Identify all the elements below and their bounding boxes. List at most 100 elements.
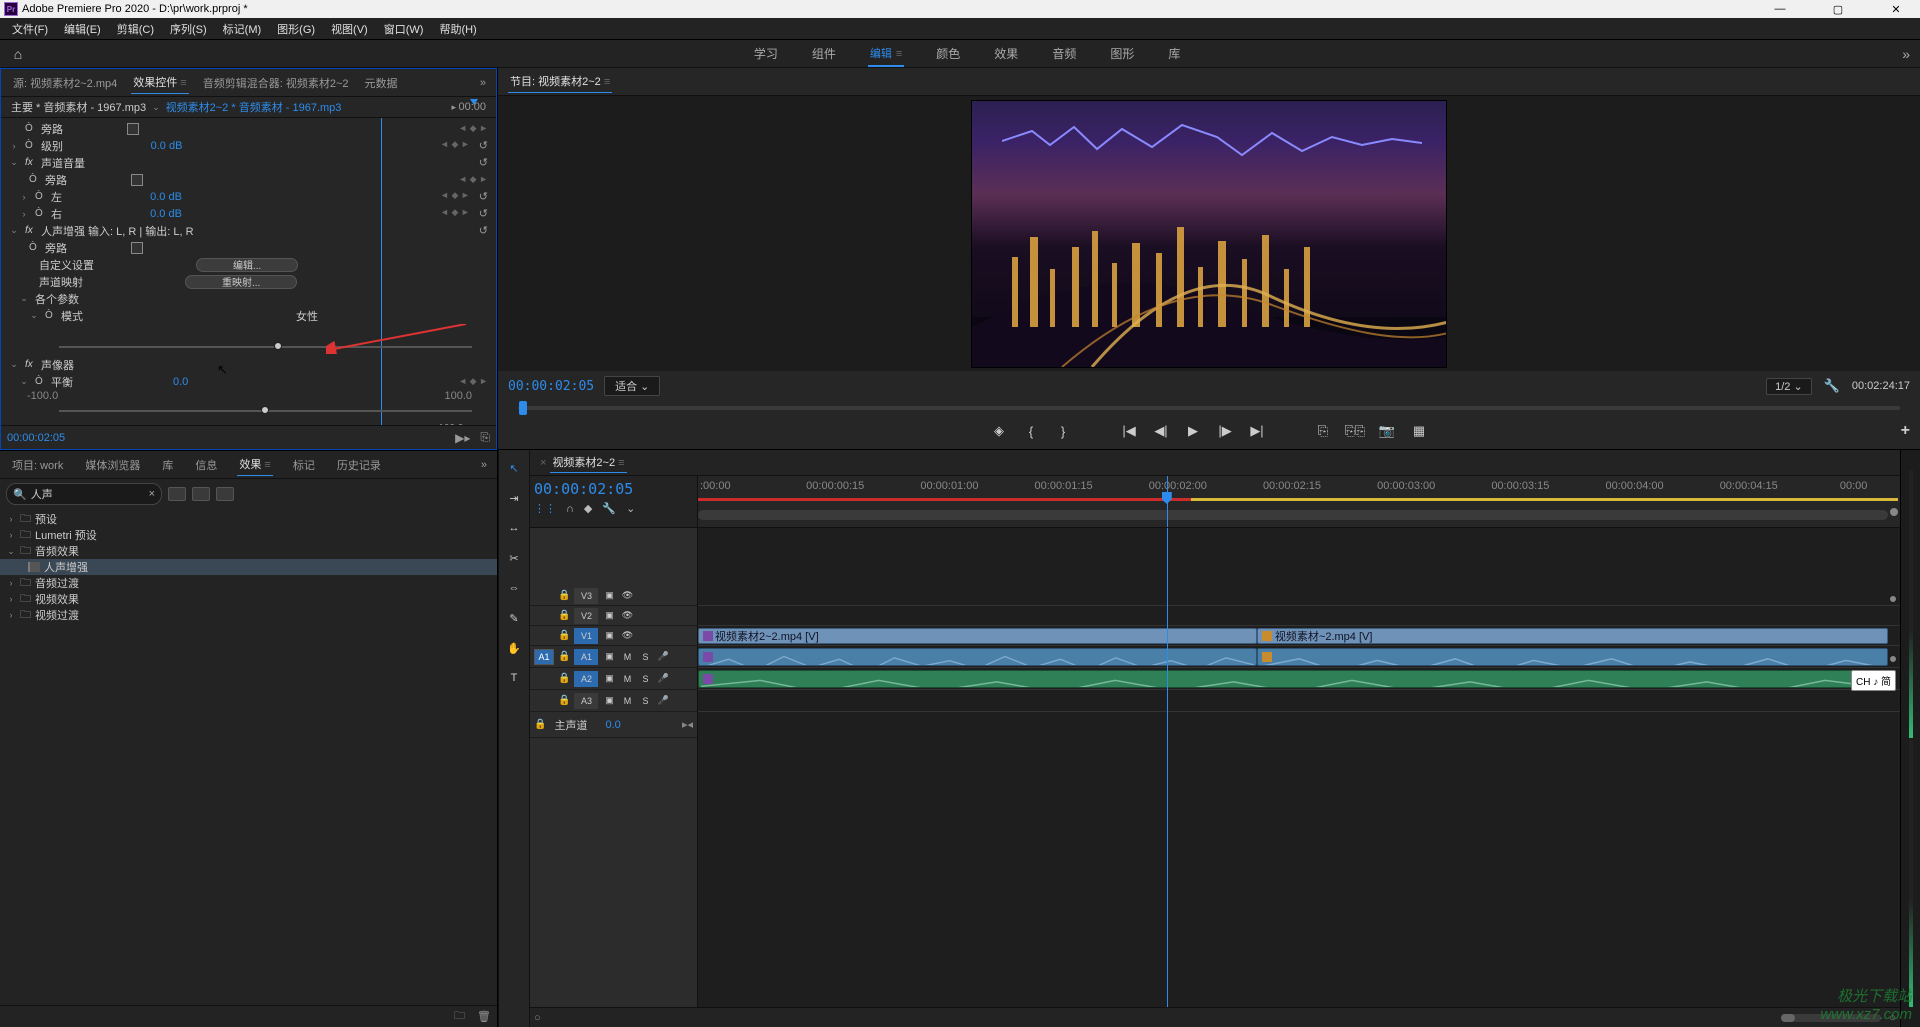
ws-editing[interactable]: 编辑≡ <box>868 41 904 67</box>
playhead-icon[interactable] <box>470 99 478 105</box>
lock-icon[interactable]: 🔒 <box>558 610 570 621</box>
lock-icon[interactable]: 🔒 <box>558 673 570 684</box>
effects-tree[interactable]: ›🗀预设 ›🗀Lumetri 预设 ⌄🗀音频效果 人声增强 ›🗀音频过渡 ›🗀视… <box>0 509 497 1005</box>
reset-icon[interactable]: ↺ <box>479 207 488 220</box>
play-icon[interactable]: ▶ <box>1184 422 1202 440</box>
selection-tool-icon[interactable]: ↖ <box>504 458 524 478</box>
menu-graphics[interactable]: 图形(G) <box>271 19 321 39</box>
mode-value[interactable]: 女性 <box>296 308 318 324</box>
mode-slider[interactable] <box>59 340 472 354</box>
menu-sequence[interactable]: 序列(S) <box>164 19 213 39</box>
effect-vocal-enhance[interactable]: 人声增强 <box>0 559 497 575</box>
mark-out-icon[interactable]: } <box>1054 422 1072 440</box>
mute-button[interactable]: M <box>620 672 634 686</box>
overflow-icon[interactable]: » <box>481 459 487 471</box>
settings-icon[interactable]: 🔧 <box>1824 378 1840 394</box>
mute-button[interactable]: M <box>620 650 634 664</box>
new-bin-icon[interactable]: 🗀 <box>454 1007 465 1026</box>
tab-info[interactable]: 信息 <box>193 454 219 476</box>
close-button[interactable]: ✕ <box>1876 3 1916 16</box>
toggle-eye-icon[interactable]: 👁 <box>620 609 634 623</box>
toggle-output-icon[interactable]: ▣ <box>602 650 616 664</box>
menu-view[interactable]: 视图(V) <box>325 19 374 39</box>
remap-button[interactable]: 重映射... <box>185 275 297 289</box>
settings-icon[interactable]: 🔧 <box>602 502 616 515</box>
clip-a1-a[interactable] <box>698 648 1257 666</box>
resolution-dropdown[interactable]: 1/2 ⌄ <box>1766 378 1812 395</box>
export-frame-icon[interactable]: 📷 <box>1378 422 1396 440</box>
reset-icon[interactable]: ↺ <box>479 156 488 169</box>
track-select-tool-icon[interactable]: ⇥ <box>504 488 524 508</box>
voice-over-icon[interactable]: 🎤 <box>656 694 670 708</box>
toggle-output-icon[interactable]: ▣ <box>602 672 616 686</box>
twisty-icon[interactable]: ⌄ <box>9 157 19 168</box>
edit-button[interactable]: 编辑... <box>196 258 298 272</box>
mute-button[interactable]: M <box>620 694 634 708</box>
menu-edit[interactable]: 编辑(E) <box>58 19 107 39</box>
program-title[interactable]: 节目: 视频素材2~2 ≡ <box>508 70 612 93</box>
tab-libraries[interactable]: 库 <box>160 454 175 476</box>
search-text[interactable]: 人声 <box>31 486 53 502</box>
timeline-playhead[interactable] <box>1167 476 1168 527</box>
workspace-overflow-icon[interactable]: » <box>1902 46 1910 62</box>
clip-a1-b[interactable] <box>1257 648 1888 666</box>
mark-in-icon[interactable]: { <box>1022 422 1040 440</box>
slip-tool-icon[interactable]: ⇔ <box>504 578 524 598</box>
type-tool-icon[interactable]: T <box>504 668 524 688</box>
toggle-eye-icon[interactable]: 👁 <box>620 589 634 603</box>
ws-color[interactable]: 颜色 <box>934 41 962 67</box>
clip-v1-a[interactable]: 视频素材2~2.mp4 [V] <box>698 628 1257 644</box>
lift-icon[interactable]: ⎘ <box>1314 422 1332 440</box>
fx-badge-icon[interactable]: fx <box>25 225 35 236</box>
home-icon[interactable]: ⌂ <box>4 40 32 68</box>
stopwatch-icon[interactable]: Ò <box>29 242 39 253</box>
tab-media-browser[interactable]: 媒体浏览器 <box>83 454 142 476</box>
twisty-icon[interactable]: ⌄ <box>9 225 19 236</box>
twisty-icon[interactable]: ⌄ <box>19 376 29 387</box>
ws-audio[interactable]: 音频 <box>1050 41 1078 67</box>
menu-help[interactable]: 帮助(H) <box>433 19 482 39</box>
stopwatch-icon[interactable]: Ò <box>45 310 55 321</box>
menu-marker[interactable]: 标记(M) <box>217 19 268 39</box>
bypass-checkbox[interactable] <box>131 174 143 186</box>
lock-icon[interactable]: 🔒 <box>558 695 570 706</box>
menu-window[interactable]: 窗口(W) <box>378 19 430 39</box>
keyframe-nav[interactable]: ◄ ◆ ► <box>458 123 488 134</box>
tab-source[interactable]: 源: 视频素材2~2.mp4 <box>11 72 119 94</box>
toggle-output-icon[interactable]: ▣ <box>602 694 616 708</box>
keyframe-nav[interactable]: ◄ ◆ ► ↺ <box>440 190 488 203</box>
maximize-button[interactable]: ▢ <box>1818 3 1858 16</box>
twisty-icon[interactable]: › <box>9 141 19 151</box>
balance-value[interactable]: 0.0 <box>173 376 188 388</box>
wrench-dropdown-icon[interactable]: ⌄ <box>626 502 635 515</box>
lock-icon[interactable]: 🔒 <box>558 651 570 662</box>
loop-icon[interactable]: ▶▸ <box>455 431 470 445</box>
ws-learn[interactable]: 学习 <box>752 41 780 67</box>
ws-assembly[interactable]: 组件 <box>810 41 838 67</box>
toggle-output-icon[interactable]: ▣ <box>602 629 616 643</box>
solo-button[interactable]: S <box>638 694 652 708</box>
lock-icon[interactable]: 🔒 <box>558 630 570 641</box>
button-editor-icon[interactable]: + <box>1901 422 1910 440</box>
stopwatch-icon[interactable]: Ò <box>35 208 45 219</box>
stopwatch-icon[interactable]: Ò <box>25 140 35 151</box>
razor-tool-icon[interactable]: ✂ <box>504 548 524 568</box>
ws-libraries[interactable]: 库 <box>1166 41 1182 67</box>
twisty-icon[interactable]: ⌄ <box>29 310 39 321</box>
timeline-clips[interactable]: 视频素材2~2.mp4 [V] 视频素材~2.mp4 [V] <box>698 528 1900 1007</box>
program-monitor[interactable] <box>498 96 1920 371</box>
voice-over-icon[interactable]: 🎤 <box>656 650 670 664</box>
twisty-icon[interactable]: ⌄ <box>19 293 29 304</box>
keyframe-nav[interactable]: ◄ ◆ ► <box>458 376 488 387</box>
clear-search-icon[interactable]: × <box>149 488 155 500</box>
delete-icon[interactable]: 🗑 <box>477 1010 491 1023</box>
go-to-in-icon[interactable]: |◀ <box>1120 422 1138 440</box>
pen-tool-icon[interactable]: ✎ <box>504 608 524 628</box>
twisty-icon[interactable]: ⌄ <box>9 359 19 370</box>
source-overflow-icon[interactable]: » <box>480 77 486 89</box>
track-v1[interactable]: V1 <box>574 628 598 644</box>
stopwatch-icon[interactable]: Ò <box>35 376 45 387</box>
tab-project[interactable]: 项目: work <box>10 454 65 476</box>
bypass-checkbox[interactable] <box>127 123 139 135</box>
marker-setting-icon[interactable]: ◆ <box>584 502 592 515</box>
